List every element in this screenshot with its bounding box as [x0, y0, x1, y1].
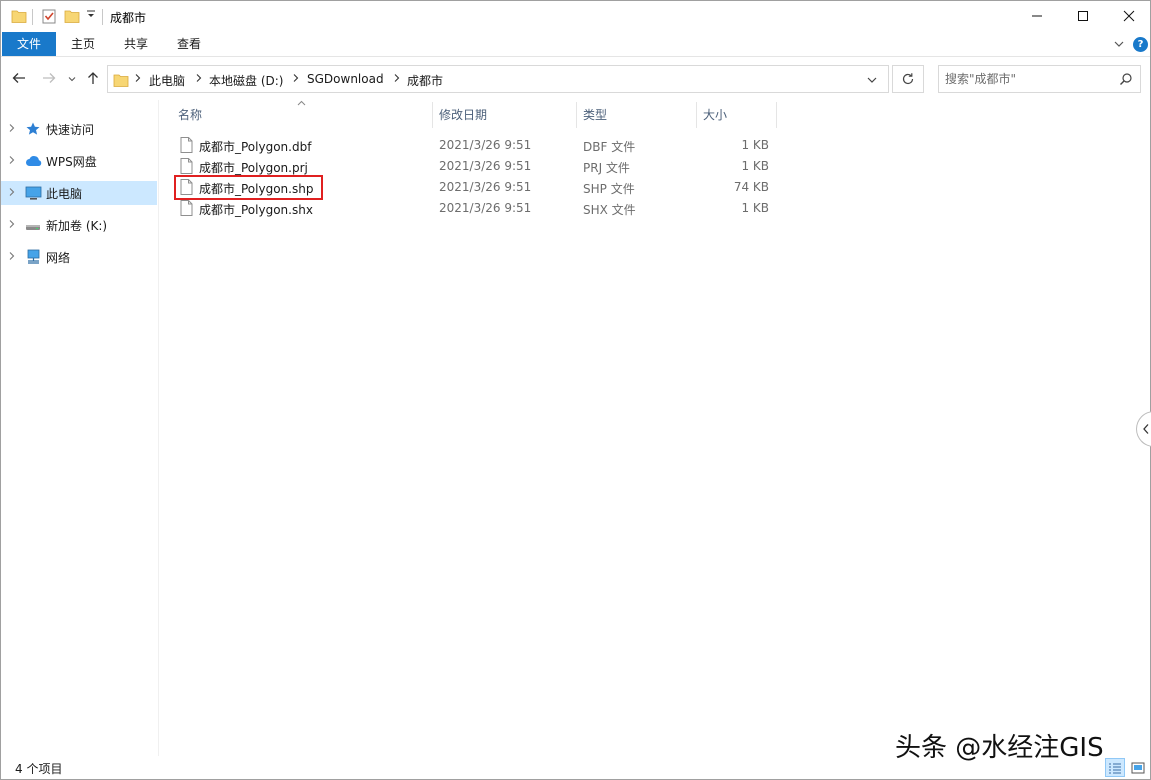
tab-file[interactable]: 文件 [2, 32, 56, 56]
column-divider[interactable] [696, 102, 697, 128]
navigation-pane: 快速访问 WPS网盘 此电脑 新加卷 (K:) 网络 [1, 100, 159, 756]
details-view-button[interactable] [1105, 758, 1125, 777]
chevron-left-icon [1143, 424, 1149, 434]
sidebar-item-label: 网络 [46, 251, 71, 265]
file-date: 2021/3/26 9:51 [439, 138, 532, 152]
recent-locations-icon[interactable] [67, 73, 77, 87]
details-view-icon [1109, 763, 1121, 773]
file-date: 2021/3/26 9:51 [439, 201, 532, 215]
sidebar-item-label: 快速访问 [46, 123, 95, 137]
chevron-right-icon[interactable] [8, 219, 16, 232]
properties-icon[interactable] [41, 8, 57, 27]
file-name: 成都市_Polygon.shx [199, 203, 313, 217]
sidebar-item-label: WPS网盘 [46, 155, 97, 169]
back-arrow-icon[interactable] [11, 70, 27, 89]
network-icon [25, 249, 42, 268]
file-type: SHX 文件 [583, 203, 636, 217]
up-arrow-icon[interactable] [85, 70, 101, 89]
search-icon[interactable] [1119, 72, 1133, 89]
table-row[interactable]: 成都市_Polygon.dbf 2021/3/26 9:51 DBF 文件 1 … [173, 135, 777, 156]
navigation-bar: 此电脑 本地磁盘 (D:) SGDownload 成都市 [1, 58, 1150, 100]
file-icon [180, 137, 193, 156]
file-type: SHP 文件 [583, 182, 635, 196]
drive-icon [25, 217, 41, 236]
file-date: 2021/3/26 9:51 [439, 159, 532, 173]
help-icon[interactable]: ? [1133, 37, 1148, 52]
breadcrumb-local-disk[interactable]: 本地磁盘 (D:) [209, 72, 283, 89]
cloud-icon [25, 153, 43, 172]
file-date: 2021/3/26 9:51 [439, 180, 532, 194]
file-size: 1 KB [741, 159, 769, 173]
large-icons-view-icon [1131, 762, 1145, 773]
refresh-icon [902, 73, 914, 85]
column-divider[interactable] [432, 102, 433, 128]
folder-icon [113, 72, 129, 91]
maximize-icon [1078, 11, 1088, 21]
file-type: PRJ 文件 [583, 161, 630, 175]
tab-home[interactable]: 主页 [58, 32, 108, 56]
file-size: 74 KB [733, 180, 769, 194]
toolbar-separator [32, 9, 33, 25]
chevron-right-icon[interactable] [8, 155, 16, 168]
minimize-button[interactable] [1014, 1, 1060, 31]
close-button[interactable] [1106, 1, 1151, 31]
sidebar-item-quick-access[interactable]: 快速访问 [1, 117, 157, 141]
chevron-right-icon[interactable] [292, 73, 300, 86]
close-icon [1123, 10, 1135, 22]
chevron-right-icon[interactable] [134, 73, 142, 86]
chevron-right-icon[interactable] [195, 73, 203, 86]
item-count: 4 个项目 [15, 762, 63, 776]
large-icons-view-button[interactable] [1128, 758, 1148, 777]
tab-view[interactable]: 查看 [163, 32, 215, 56]
computer-icon [25, 185, 42, 204]
sidebar-item-this-pc[interactable]: 此电脑 [1, 181, 157, 205]
table-row[interactable]: 成都市_Polygon.prj 2021/3/26 9:51 PRJ 文件 1 … [173, 156, 777, 177]
tab-share[interactable]: 共享 [110, 32, 162, 56]
refresh-button[interactable] [892, 65, 924, 93]
table-row[interactable]: 成都市_Polygon.shx 2021/3/26 9:51 SHX 文件 1 … [173, 198, 777, 219]
star-icon [25, 121, 41, 140]
chevron-right-icon[interactable] [393, 73, 401, 86]
customize-toolbar-icon[interactable] [86, 10, 96, 23]
breadcrumb-this-pc[interactable]: 此电脑 [149, 72, 185, 89]
search-input[interactable] [945, 71, 1115, 87]
watermark: 头条 @水经注GIS [895, 733, 1104, 763]
toolbar-separator [102, 9, 103, 25]
chevron-right-icon[interactable] [8, 123, 16, 136]
file-size: 1 KB [741, 201, 769, 215]
expand-ribbon-icon[interactable] [1113, 38, 1125, 53]
address-history-icon[interactable] [866, 74, 878, 89]
column-divider[interactable] [576, 102, 577, 128]
sidebar-item-label: 新加卷 (K:) [46, 219, 108, 233]
file-name: 成都市_Polygon.dbf [199, 140, 312, 154]
file-type: DBF 文件 [583, 140, 636, 154]
column-header-type[interactable]: 类型 [583, 102, 696, 128]
column-header-name[interactable]: 名称 [178, 102, 432, 128]
chevron-right-icon[interactable] [8, 251, 16, 264]
address-bar[interactable]: 此电脑 本地磁盘 (D:) SGDownload 成都市 [107, 65, 889, 93]
search-box[interactable] [938, 65, 1141, 93]
ribbon-tabs: 文件 主页 共享 查看 ? [1, 32, 1150, 57]
title-bar: 成都市 [1, 1, 1150, 32]
new-folder-icon[interactable] [64, 8, 80, 27]
file-size: 1 KB [741, 138, 769, 152]
window-title: 成都市 [110, 11, 147, 25]
sidebar-item-label: 此电脑 [46, 187, 83, 201]
maximize-button[interactable] [1060, 1, 1106, 31]
forward-arrow-icon[interactable] [41, 70, 57, 89]
file-icon [180, 200, 193, 219]
sidebar-item-network[interactable]: 网络 [1, 245, 157, 269]
breadcrumb-sgdownload[interactable]: SGDownload [307, 72, 384, 86]
breadcrumb-current-folder[interactable]: 成都市 [407, 72, 443, 89]
file-name: 成都市_Polygon.prj [199, 161, 308, 175]
chevron-right-icon[interactable] [8, 187, 16, 200]
minimize-icon [1032, 15, 1042, 17]
column-header-size[interactable]: 大小 [703, 102, 775, 128]
sidebar-item-wps-drive[interactable]: WPS网盘 [1, 149, 157, 173]
column-divider[interactable] [776, 102, 777, 128]
column-header-date[interactable]: 修改日期 [439, 102, 575, 128]
folder-icon[interactable] [11, 8, 27, 27]
highlight-annotation [174, 175, 323, 200]
sidebar-item-new-volume[interactable]: 新加卷 (K:) [1, 213, 157, 237]
